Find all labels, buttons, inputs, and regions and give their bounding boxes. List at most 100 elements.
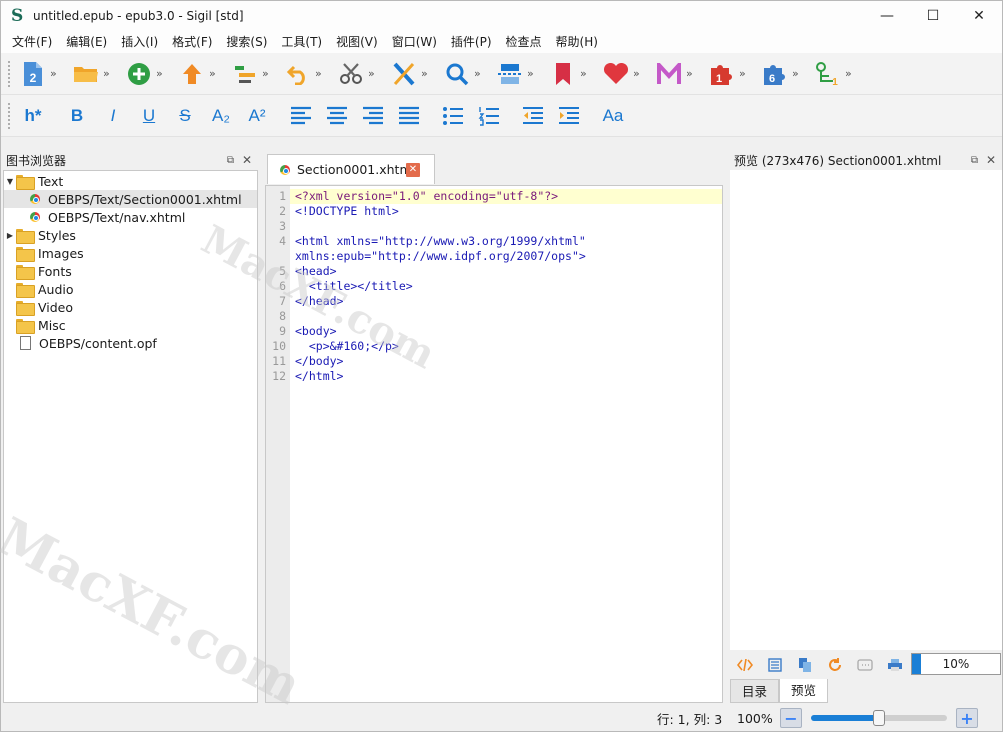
structure-icon[interactable] xyxy=(231,60,259,88)
strikethrough-button[interactable]: S xyxy=(171,102,199,130)
outdent-icon[interactable] xyxy=(519,102,547,130)
toolbar-overflow-icon[interactable]: » xyxy=(474,67,488,80)
toolbar-overflow-icon[interactable]: » xyxy=(845,67,859,80)
toolbar-overflow-icon[interactable]: » xyxy=(368,67,382,80)
code-editor[interactable]: 1 2 3 4 5 6 7 8 9 10 11 12 <?xml version… xyxy=(265,185,723,703)
menu-view[interactable]: 视图(V) xyxy=(329,31,385,53)
zoom-out-button[interactable]: − xyxy=(780,708,802,728)
toolbar-overflow-icon[interactable]: » xyxy=(156,67,170,80)
tree-folder-video[interactable]: Video xyxy=(4,298,73,316)
toolbar-overflow-icon[interactable]: » xyxy=(739,67,753,80)
indent-icon[interactable] xyxy=(555,102,583,130)
tree-folder-misc[interactable]: Misc xyxy=(4,316,66,334)
toolbar-overflow-icon[interactable]: » xyxy=(527,67,541,80)
print-icon[interactable] xyxy=(880,654,910,676)
zoom-slider[interactable] xyxy=(811,710,947,726)
heading-button[interactable]: h* xyxy=(19,102,47,130)
copy-icon[interactable] xyxy=(790,654,820,676)
toolbar-grip[interactable] xyxy=(7,101,11,130)
menu-file[interactable]: 文件(F) xyxy=(5,31,59,53)
menu-checkpoints[interactable]: 检查点 xyxy=(499,31,549,53)
close-icon[interactable]: ✕ xyxy=(986,153,996,167)
underline-button[interactable]: U xyxy=(135,102,163,130)
change-case-button[interactable]: Aa xyxy=(599,102,627,130)
tab-close-icon[interactable]: ✕ xyxy=(406,163,420,177)
dock-icon[interactable]: ⧉ xyxy=(971,155,978,166)
toolbar-overflow-icon[interactable]: » xyxy=(50,67,64,80)
superscript-button[interactable]: A² xyxy=(243,102,271,130)
line-number: 3 xyxy=(279,219,286,233)
code-line: </body> xyxy=(295,354,344,368)
code-icon[interactable] xyxy=(730,654,760,676)
bold-button[interactable]: B xyxy=(63,102,91,130)
bullet-list-icon[interactable] xyxy=(439,102,467,130)
minimize-button[interactable]: — xyxy=(864,1,910,31)
plugin-6-icon[interactable]: 6 xyxy=(761,60,789,88)
zoom-in-button[interactable]: + xyxy=(956,708,978,728)
align-left-icon[interactable] xyxy=(287,102,315,130)
tree-tool-icon[interactable]: 1 xyxy=(814,60,842,88)
subscript-button[interactable]: A₂ xyxy=(207,102,235,130)
tree-file-section0001[interactable]: OEBPS/Text/Section0001.xhtml xyxy=(4,190,257,208)
menu-tools[interactable]: 工具(T) xyxy=(274,31,329,53)
open-folder-icon[interactable] xyxy=(72,60,100,88)
menu-search[interactable]: 搜索(S) xyxy=(219,31,274,53)
menu-format[interactable]: 格式(F) xyxy=(165,31,219,53)
toc-icon[interactable] xyxy=(760,654,790,676)
tree-folder-audio[interactable]: Audio xyxy=(4,280,74,298)
tree-folder-text[interactable]: ▼ Text xyxy=(4,172,63,190)
preview-zoom-input[interactable]: 10% xyxy=(911,653,1001,675)
cut-icon[interactable] xyxy=(337,60,365,88)
tab-section0001[interactable]: Section0001.xhtml ✕ xyxy=(267,154,435,184)
toolbar-overflow-icon[interactable]: » xyxy=(686,67,700,80)
bookmark-icon[interactable] xyxy=(549,60,577,88)
collapsed-arrow-icon[interactable]: ▶ xyxy=(4,231,16,240)
toolbar-overflow-icon[interactable]: » xyxy=(580,67,594,80)
close-button[interactable]: ✕ xyxy=(956,1,1002,31)
tree-folder-styles[interactable]: ▶ Styles xyxy=(4,226,76,244)
tab-preview[interactable]: 预览 xyxy=(779,679,829,703)
zoom-slider-handle[interactable] xyxy=(873,710,885,726)
align-right-icon[interactable] xyxy=(359,102,387,130)
search-icon[interactable] xyxy=(443,60,471,88)
plugin-1-icon[interactable]: 1 xyxy=(708,60,736,88)
toolbar-overflow-icon[interactable]: » xyxy=(315,67,329,80)
tree-folder-images[interactable]: Images xyxy=(4,244,84,262)
add-icon[interactable] xyxy=(125,60,153,88)
toolbar-grip[interactable] xyxy=(7,59,11,88)
upload-arrow-icon[interactable] xyxy=(178,60,206,88)
menu-window[interactable]: 窗口(W) xyxy=(385,31,444,53)
numbered-list-icon[interactable] xyxy=(475,102,503,130)
menu-plugins[interactable]: 插件(P) xyxy=(444,31,499,53)
m-logo-icon[interactable] xyxy=(655,60,683,88)
code-tool-icon[interactable] xyxy=(390,60,418,88)
split-icon[interactable] xyxy=(496,60,524,88)
heart-icon[interactable] xyxy=(602,60,630,88)
line-number: 8 xyxy=(279,309,286,323)
tree-file-content-opf[interactable]: OEBPS/content.opf xyxy=(4,334,157,352)
toolbar-overflow-icon[interactable]: » xyxy=(421,67,435,80)
align-center-icon[interactable] xyxy=(323,102,351,130)
toolbar-overflow-icon[interactable]: » xyxy=(792,67,806,80)
menu-edit[interactable]: 编辑(E) xyxy=(59,31,114,53)
inspect-icon[interactable] xyxy=(850,654,880,676)
menu-insert[interactable]: 插入(I) xyxy=(114,31,165,53)
toolbar-overflow-icon[interactable]: » xyxy=(262,67,276,80)
new-file-icon[interactable]: 2 xyxy=(19,60,47,88)
justify-icon[interactable] xyxy=(395,102,423,130)
refresh-icon[interactable] xyxy=(820,654,850,676)
undo-icon[interactable] xyxy=(284,60,312,88)
preview-panel[interactable] xyxy=(730,170,1002,650)
close-icon[interactable]: ✕ xyxy=(242,153,252,167)
toolbar-overflow-icon[interactable]: » xyxy=(633,67,647,80)
tree-folder-fonts[interactable]: Fonts xyxy=(4,262,72,280)
maximize-button[interactable]: ☐ xyxy=(910,1,956,31)
tree-file-nav[interactable]: OEBPS/Text/nav.xhtml xyxy=(4,208,185,226)
expanded-arrow-icon[interactable]: ▼ xyxy=(4,177,16,186)
toolbar-overflow-icon[interactable]: » xyxy=(209,67,223,80)
dock-icon[interactable]: ⧉ xyxy=(227,155,234,166)
italic-button[interactable]: I xyxy=(99,102,127,130)
toolbar-overflow-icon[interactable]: » xyxy=(103,67,117,80)
menu-help[interactable]: 帮助(H) xyxy=(549,31,605,53)
tab-toc[interactable]: 目录 xyxy=(730,679,780,703)
